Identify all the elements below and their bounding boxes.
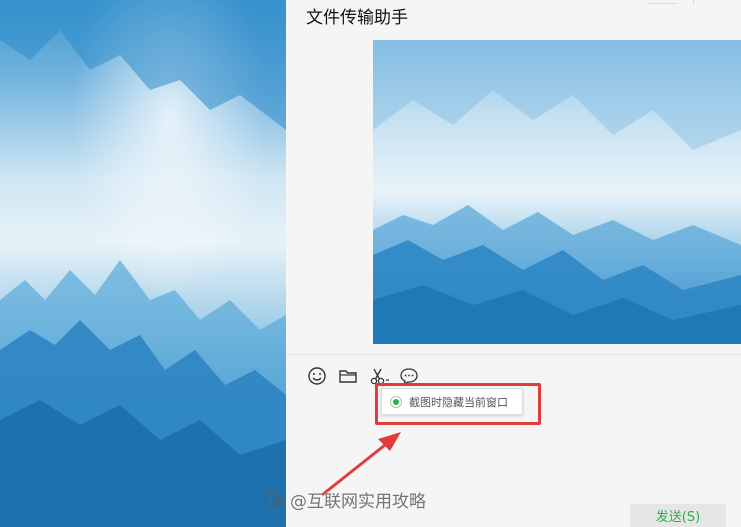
image-message-mountains [373,40,741,344]
scissors-icon[interactable] [368,366,390,388]
chat-history-icon[interactable] [399,366,421,388]
chat-title: 文件传输助手 [306,8,408,28]
minimize-button[interactable] [647,0,677,4]
desktop-wallpaper [0,0,286,527]
wallpaper-mountains [0,0,286,527]
hide-window-radio[interactable] [390,395,402,408]
send-button[interactable]: 发送(S) [630,504,726,527]
image-message[interactable] [373,40,741,344]
watermark-text: @互联网实用攻略 [290,492,426,512]
emoji-icon[interactable] [307,366,329,388]
screenshot-options-popup: 截图时隐藏当前窗口 [381,388,523,415]
maximize-button[interactable] [693,0,723,4]
folder-icon[interactable] [338,366,360,388]
chat-window: 文件传输助手 截图时隐藏当前窗口 发送(S) [286,0,741,527]
window-controls [641,0,741,6]
title-bar: 文件传输助手 [286,0,741,30]
watermark-logo-icon [264,491,285,508]
input-toolbar [286,364,741,390]
message-area [286,32,741,354]
watermark: @互联网实用攻略 [264,487,426,512]
hide-window-option-label[interactable]: 截图时隐藏当前窗口 [409,394,508,410]
input-divider [286,354,741,355]
